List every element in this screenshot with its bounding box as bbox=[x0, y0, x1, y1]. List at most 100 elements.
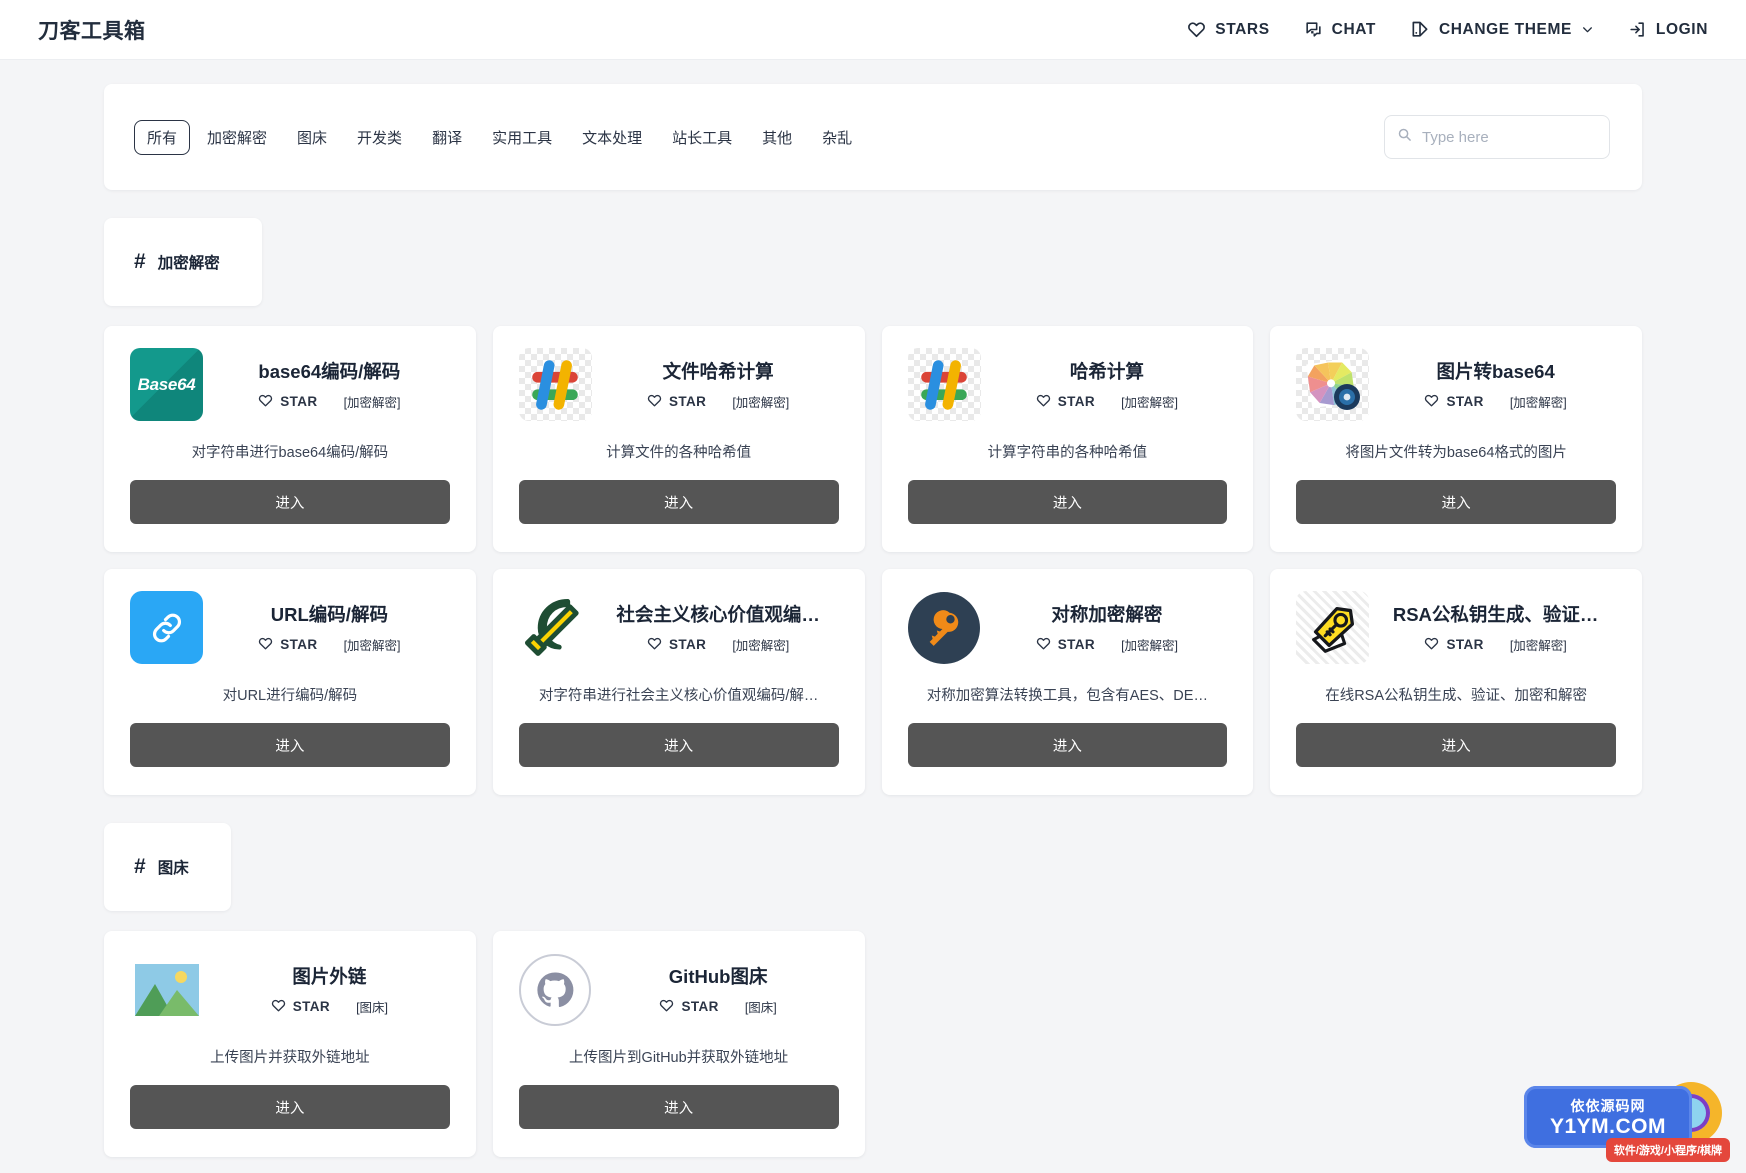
tool-sections: # 加密解密 Base64 base64编码/解码 STAR [加密解密] 对字符串进行ba… bbox=[104, 190, 1642, 1157]
card-meta: 图片转base64 STAR [加密解密] bbox=[1379, 358, 1616, 411]
card-category-tag[interactable]: [加密解密] bbox=[1121, 392, 1178, 411]
nav-stars-button[interactable]: STARS bbox=[1187, 20, 1269, 39]
card-category-tag[interactable]: [加密解密] bbox=[344, 635, 401, 654]
enter-button[interactable]: 进入 bbox=[1296, 480, 1616, 524]
card-category-tag[interactable]: [加密解密] bbox=[1510, 635, 1567, 654]
heart-outline-icon bbox=[258, 393, 273, 411]
card-header: 对称加密解密 STAR [加密解密] bbox=[908, 591, 1228, 664]
card-category-tag[interactable]: [加密解密] bbox=[1510, 392, 1567, 411]
chat-bubble-icon bbox=[1304, 20, 1323, 39]
category-tab-2[interactable]: 图床 bbox=[284, 120, 340, 155]
card-subinfo: STAR [加密解密] bbox=[1379, 392, 1612, 411]
category-tab-3[interactable]: 开发类 bbox=[344, 120, 415, 155]
card-title: 图片转base64 bbox=[1436, 361, 1555, 382]
star-button[interactable]: STAR bbox=[271, 998, 330, 1016]
star-button[interactable]: STAR bbox=[659, 998, 718, 1016]
enter-button[interactable]: 进入 bbox=[518, 480, 839, 524]
hash-symbol-icon: # bbox=[134, 855, 146, 878]
tool-card[interactable]: 对称加密解密 STAR [加密解密] 对称加密算法转换工具，包含有AES、DE… 进入 bbox=[881, 569, 1254, 795]
card-meta: RSA公私钥生成、验证… STAR [加密解密] bbox=[1379, 601, 1616, 654]
card-subinfo: STAR [加密解密] bbox=[991, 392, 1224, 411]
enter-button[interactable]: 进入 bbox=[130, 1085, 450, 1129]
card-header: URL编码/解码 STAR [加密解密] bbox=[130, 591, 450, 664]
tool-card[interactable]: Base64 base64编码/解码 STAR [加密解密] 对字符串进行base64编… bbox=[104, 326, 476, 552]
tool-card[interactable]: URL编码/解码 STAR [加密解密] 对URL进行编码/解码 进入 bbox=[104, 569, 476, 795]
tool-card[interactable]: 社会主义核心价值观编… STAR [加密解密] 对字符串进行社会主义核心价值观编码/解… bbox=[492, 569, 865, 795]
github-octocat-icon bbox=[519, 953, 592, 1026]
category-tab-7[interactable]: 站长工具 bbox=[659, 120, 745, 155]
enter-button[interactable]: 进入 bbox=[130, 480, 450, 524]
card-category-tag[interactable]: [加密解密] bbox=[732, 392, 789, 411]
card-category-tag[interactable]: [加密解密] bbox=[344, 392, 401, 411]
base64-icon: Base64 bbox=[130, 348, 203, 421]
star-button[interactable]: STAR bbox=[1036, 393, 1095, 411]
card-title: RSA公私钥生成、验证… bbox=[1392, 604, 1599, 625]
card-meta: URL编码/解码 STAR [加密解密] bbox=[213, 601, 450, 654]
watermark-tagline: 软件/游戏/小程序/棋牌 bbox=[1605, 1138, 1730, 1162]
card-title: base64编码/解码 bbox=[258, 361, 401, 382]
star-label: STAR bbox=[280, 394, 318, 409]
watermark-cn-text: 依依源码网 bbox=[1570, 1097, 1646, 1114]
star-label: STAR bbox=[1446, 394, 1484, 409]
enter-button[interactable]: 进入 bbox=[1296, 723, 1616, 767]
nav-change-theme-button[interactable]: CHANGE THEME bbox=[1410, 20, 1594, 40]
enter-button[interactable]: 进入 bbox=[907, 480, 1228, 524]
category-tab-4[interactable]: 翻译 bbox=[419, 120, 475, 155]
category-tab-6[interactable]: 文本处理 bbox=[569, 120, 655, 155]
enter-button[interactable]: 进入 bbox=[907, 723, 1228, 767]
hash-slack-icon bbox=[518, 348, 592, 421]
hash-symbol-icon: # bbox=[134, 250, 146, 273]
category-tab-8[interactable]: 其他 bbox=[749, 120, 805, 155]
tool-card[interactable]: 哈希计算 STAR [加密解密] 计算字符串的各种哈希值 进入 bbox=[881, 326, 1254, 552]
card-category-tag[interactable]: [图床] bbox=[356, 997, 388, 1016]
card-category-tag[interactable]: [加密解密] bbox=[1121, 635, 1178, 654]
card-title: 社会主义核心价值观编… bbox=[616, 604, 820, 625]
tool-card[interactable]: 文件哈希计算 STAR [加密解密] 计算文件的各种哈希值 进入 bbox=[492, 326, 865, 552]
star-label: STAR bbox=[668, 394, 707, 409]
card-category-tag[interactable]: [图床] bbox=[745, 997, 777, 1016]
star-button[interactable]: STAR bbox=[647, 636, 706, 654]
category-tab-1[interactable]: 加密解密 bbox=[194, 120, 280, 155]
card-header: 社会主义核心价值观编… STAR [加密解密] bbox=[519, 591, 839, 664]
heart-outline-icon bbox=[1036, 636, 1051, 654]
card-category-tag[interactable]: [加密解密] bbox=[732, 635, 789, 654]
enter-button[interactable]: 进入 bbox=[130, 723, 450, 767]
nav-chat-button[interactable]: CHAT bbox=[1304, 20, 1376, 39]
star-button[interactable]: STAR bbox=[1424, 393, 1483, 411]
tool-card[interactable]: 图片外链 STAR [图床] 上传图片并获取外链地址 进入 bbox=[104, 931, 476, 1157]
nav-login-button[interactable]: LOGIN bbox=[1628, 20, 1708, 39]
star-button[interactable]: STAR bbox=[1424, 636, 1483, 654]
tool-card[interactable]: RSA公私钥生成、验证… STAR [加密解密] 在线RSA公私钥生成、验证、加密和解… bbox=[1270, 569, 1642, 795]
site-watermark: 依依源码网 Y1YM.COM 软件/游戏/小程序/棋牌 bbox=[1510, 1073, 1738, 1165]
search-input[interactable] bbox=[1420, 127, 1597, 147]
star-label: STAR bbox=[292, 999, 331, 1014]
star-label: STAR bbox=[1057, 637, 1096, 652]
star-button[interactable]: STAR bbox=[647, 393, 706, 411]
card-meta: 哈希计算 STAR [加密解密] bbox=[991, 358, 1228, 411]
tool-card[interactable]: 图片转base64 STAR [加密解密] 将图片文件转为base64格式的图片 进入 bbox=[1270, 326, 1642, 552]
card-description: 对称加密算法转换工具，包含有AES、DE… bbox=[926, 688, 1208, 704]
enter-button[interactable]: 进入 bbox=[518, 1085, 839, 1129]
star-button[interactable]: STAR bbox=[1036, 636, 1095, 654]
category-tab-9[interactable]: 杂乱 bbox=[809, 120, 865, 155]
category-tab-5[interactable]: 实用工具 bbox=[479, 120, 565, 155]
nav-chat-label: CHAT bbox=[1331, 20, 1376, 38]
theme-palette-icon bbox=[1410, 20, 1430, 40]
category-tab-0[interactable]: 所有 bbox=[134, 119, 191, 155]
heart-outline-icon bbox=[1424, 636, 1439, 654]
section-header-imagehost: # 图床 bbox=[104, 823, 231, 911]
picture-mountain-icon bbox=[134, 963, 199, 1016]
card-description: 在线RSA公私钥生成、验证、加密和解密 bbox=[1325, 688, 1588, 704]
card-title: URL编码/解码 bbox=[270, 604, 388, 625]
github-octocat-icon bbox=[519, 953, 592, 1026]
tool-card[interactable]: GitHub图床 STAR [图床] 上传图片到GitHub并获取外链地址 进入 bbox=[492, 931, 865, 1157]
card-meta: base64编码/解码 STAR [加密解密] bbox=[213, 358, 450, 411]
search-box[interactable] bbox=[1384, 115, 1610, 159]
card-grid-imagehost: 图片外链 STAR [图床] 上传图片并获取外链地址 进入 GitHub图床 STAR [图床… bbox=[104, 931, 1642, 1157]
star-button[interactable]: STAR bbox=[258, 393, 317, 411]
nav-change-theme-label: CHANGE THEME bbox=[1438, 20, 1572, 38]
card-meta: 文件哈希计算 STAR [加密解密] bbox=[602, 358, 839, 411]
star-button[interactable]: STAR bbox=[258, 636, 317, 654]
enter-button[interactable]: 进入 bbox=[518, 723, 839, 767]
chevron-down-icon bbox=[1581, 23, 1594, 36]
